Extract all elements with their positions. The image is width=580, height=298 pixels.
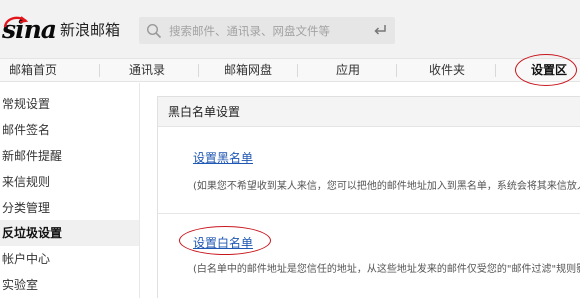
blacklist-link[interactable]: 设置黑名单 [193,149,253,166]
sidebar-item-new-mail-alert[interactable]: 新邮件提醒 [2,143,62,169]
sidebar-item-signature[interactable]: 邮件签名 [2,117,50,143]
logo-mail-label: 新浪邮箱 [59,21,120,39]
blacklist-description: (如果您不希望收到某人来信，您可以把他的邮件地址加入到黑名单，系统会将其来信放入… [193,181,580,192]
whitelist-link[interactable]: 设置白名单 [193,234,253,251]
nav-separator [198,64,199,77]
nav-item-mail-home[interactable]: 邮箱首页 [9,59,57,81]
search-box[interactable] [139,17,395,44]
sidebar-item-account-center[interactable]: 帐户中心 [2,246,50,272]
nav-separator [495,64,496,77]
whitelist-description: (白名单中的邮件地址是您信任的地址，从这些地址发来的邮件仅受您的"邮件过滤"规则… [193,264,580,275]
sidebar-item-anti-spam[interactable]: 反垃圾设置 [2,220,62,246]
sina-eye-icon [3,16,28,28]
anti-spam-panel: 黑白名单设置 设置黑名单 (如果您不希望收到某人来信，您可以把他的邮件地址加入到… [157,96,580,298]
nav-separator [396,64,397,77]
nav-separator [99,64,100,77]
settings-sidebar: 常规设置 邮件签名 新邮件提醒 来信规则 分类管理 反垃圾设置 帐户中心 实验室 [0,83,140,298]
search-input[interactable] [169,17,369,44]
nav-item-netdisk[interactable]: 邮箱网盘 [224,59,272,81]
nav-item-contacts[interactable]: 通讯录 [129,59,165,81]
nav-item-settings[interactable]: 设置区 [531,59,567,81]
top-nav: 邮箱首页 通讯录 邮箱网盘 应用 收件夹 设置区 [0,58,580,82]
nav-item-inbox[interactable]: 收件夹 [429,59,465,81]
header-bar: sina 新浪邮箱 [0,0,580,58]
section-header: 黑白名单设置 [158,97,580,127]
sina-mail-logo[interactable]: sina 新浪邮箱 [2,12,120,48]
section-title: 黑白名单设置 [168,105,241,119]
section-divider [158,213,580,214]
enter-icon[interactable] [373,24,387,36]
sidebar-item-general[interactable]: 常规设置 [2,91,50,117]
nav-item-apps[interactable]: 应用 [336,59,360,81]
sidebar-item-mail-rules[interactable]: 来信规则 [2,169,50,195]
sidebar-item-lab[interactable]: 实验室 [2,272,38,298]
sidebar-item-category[interactable]: 分类管理 [2,195,50,221]
search-icon[interactable] [146,23,162,39]
nav-separator [297,64,298,77]
